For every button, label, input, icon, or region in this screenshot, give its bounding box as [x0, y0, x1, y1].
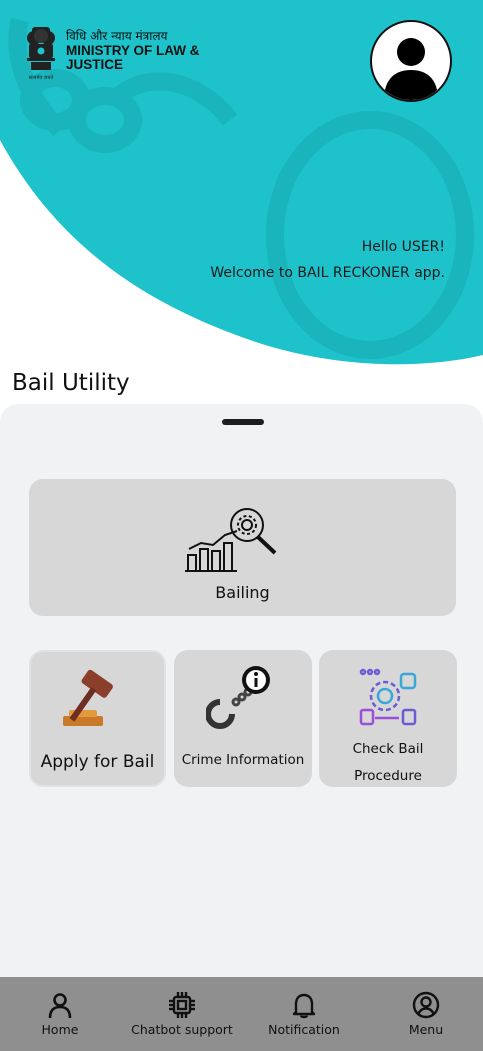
person-icon	[48, 993, 72, 1019]
nav-home-label: Home	[41, 1022, 79, 1037]
svg-text:सत्यमेव जयते: सत्यमेव जयते	[29, 74, 54, 81]
nav-chatbot-support-label: Chatbot support	[131, 1022, 233, 1037]
profile-avatar[interactable]	[370, 20, 452, 102]
apply-for-bail-card[interactable]: Apply for Bail	[29, 650, 166, 787]
handcuffs-info-icon	[206, 666, 270, 729]
nav-notification-label: Notification	[268, 1022, 340, 1037]
header: सत्यमेव जयते विधि और न्याय मंत्रालय MINI…	[0, 0, 483, 370]
bailing-card[interactable]: Bailing	[29, 479, 456, 616]
ministry-name-hindi: विधि और न्याय मंत्रालय	[66, 29, 168, 43]
nav-home[interactable]: Home	[20, 977, 100, 1051]
crime-information-card[interactable]: Crime Information	[174, 650, 312, 787]
drag-handle[interactable]	[222, 419, 264, 425]
nav-menu[interactable]: Menu	[386, 977, 466, 1051]
ministry-name: विधि और न्याय मंत्रालय MINISTRY OF LAW &…	[66, 30, 236, 72]
bell-icon	[292, 993, 316, 1019]
nav-chatbot-support[interactable]: Chatbot support	[122, 977, 242, 1051]
apply-for-bail-label: Apply for Bail	[40, 752, 155, 772]
bailing-label: Bailing	[215, 583, 270, 602]
procedure-gear-icon	[359, 668, 417, 726]
national-emblem-icon: सत्यमेव जयते	[22, 24, 60, 82]
nav-notification[interactable]: Notification	[258, 977, 350, 1051]
greeting-hello: Hello USER!	[361, 239, 445, 255]
greeting: Hello USER! Welcome to BAIL RECKONER app…	[210, 234, 445, 286]
gavel-icon	[63, 669, 113, 726]
bottom-navigation: Home Chatbot support Notification Menu	[0, 977, 483, 1051]
check-bail-procedure-card[interactable]: Check Bail Procedure	[319, 650, 457, 787]
section-title: Bail Utility	[12, 370, 130, 396]
analytics-search-icon	[185, 508, 277, 572]
check-bail-line1: Check Bail	[352, 741, 424, 757]
account-circle-icon	[412, 991, 440, 1019]
chip-icon	[169, 992, 195, 1018]
utility-sheet: Bailing Apply for Bail Crime Information…	[0, 404, 483, 977]
crime-information-label: Crime Information	[181, 752, 305, 768]
check-bail-line2: Procedure	[354, 768, 422, 784]
user-avatar-icon	[384, 38, 438, 100]
check-bail-procedure-label: Check Bail Procedure	[319, 736, 457, 790]
ministry-name-english: MINISTRY OF LAW & JUSTICE	[66, 43, 200, 72]
nav-menu-label: Menu	[408, 1022, 444, 1037]
greeting-welcome: Welcome to BAIL RECKONER app.	[210, 265, 445, 281]
